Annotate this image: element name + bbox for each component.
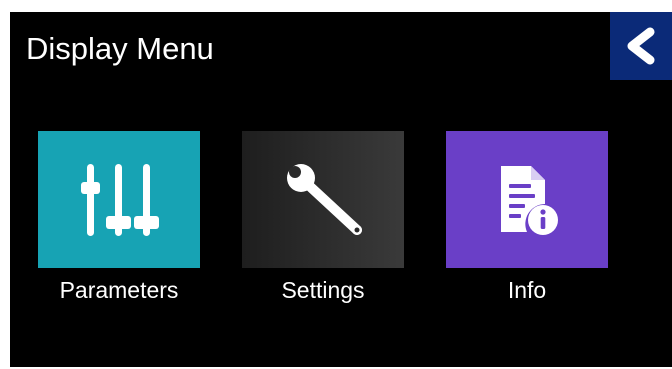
menu-item-settings[interactable]: Settings xyxy=(242,131,404,304)
info-label: Info xyxy=(507,277,547,303)
settings-tile[interactable] xyxy=(242,131,404,268)
parameters-label: Parameters xyxy=(59,277,179,303)
wrench-icon xyxy=(287,163,362,235)
menu-item-parameters[interactable]: Parameters xyxy=(38,131,200,304)
chevron-left-icon xyxy=(627,27,655,65)
document-info-icon xyxy=(501,165,558,235)
settings-label: Settings xyxy=(281,277,365,303)
parameters-tile[interactable] xyxy=(38,131,200,268)
info-tile[interactable] xyxy=(446,131,608,268)
back-button[interactable] xyxy=(610,12,672,80)
menu-item-info[interactable]: Info xyxy=(446,131,608,304)
display-screen: Display Menu Parameters Settings Info xyxy=(10,12,672,367)
sliders-icon xyxy=(81,163,159,236)
page-title: Display Menu xyxy=(26,31,214,66)
